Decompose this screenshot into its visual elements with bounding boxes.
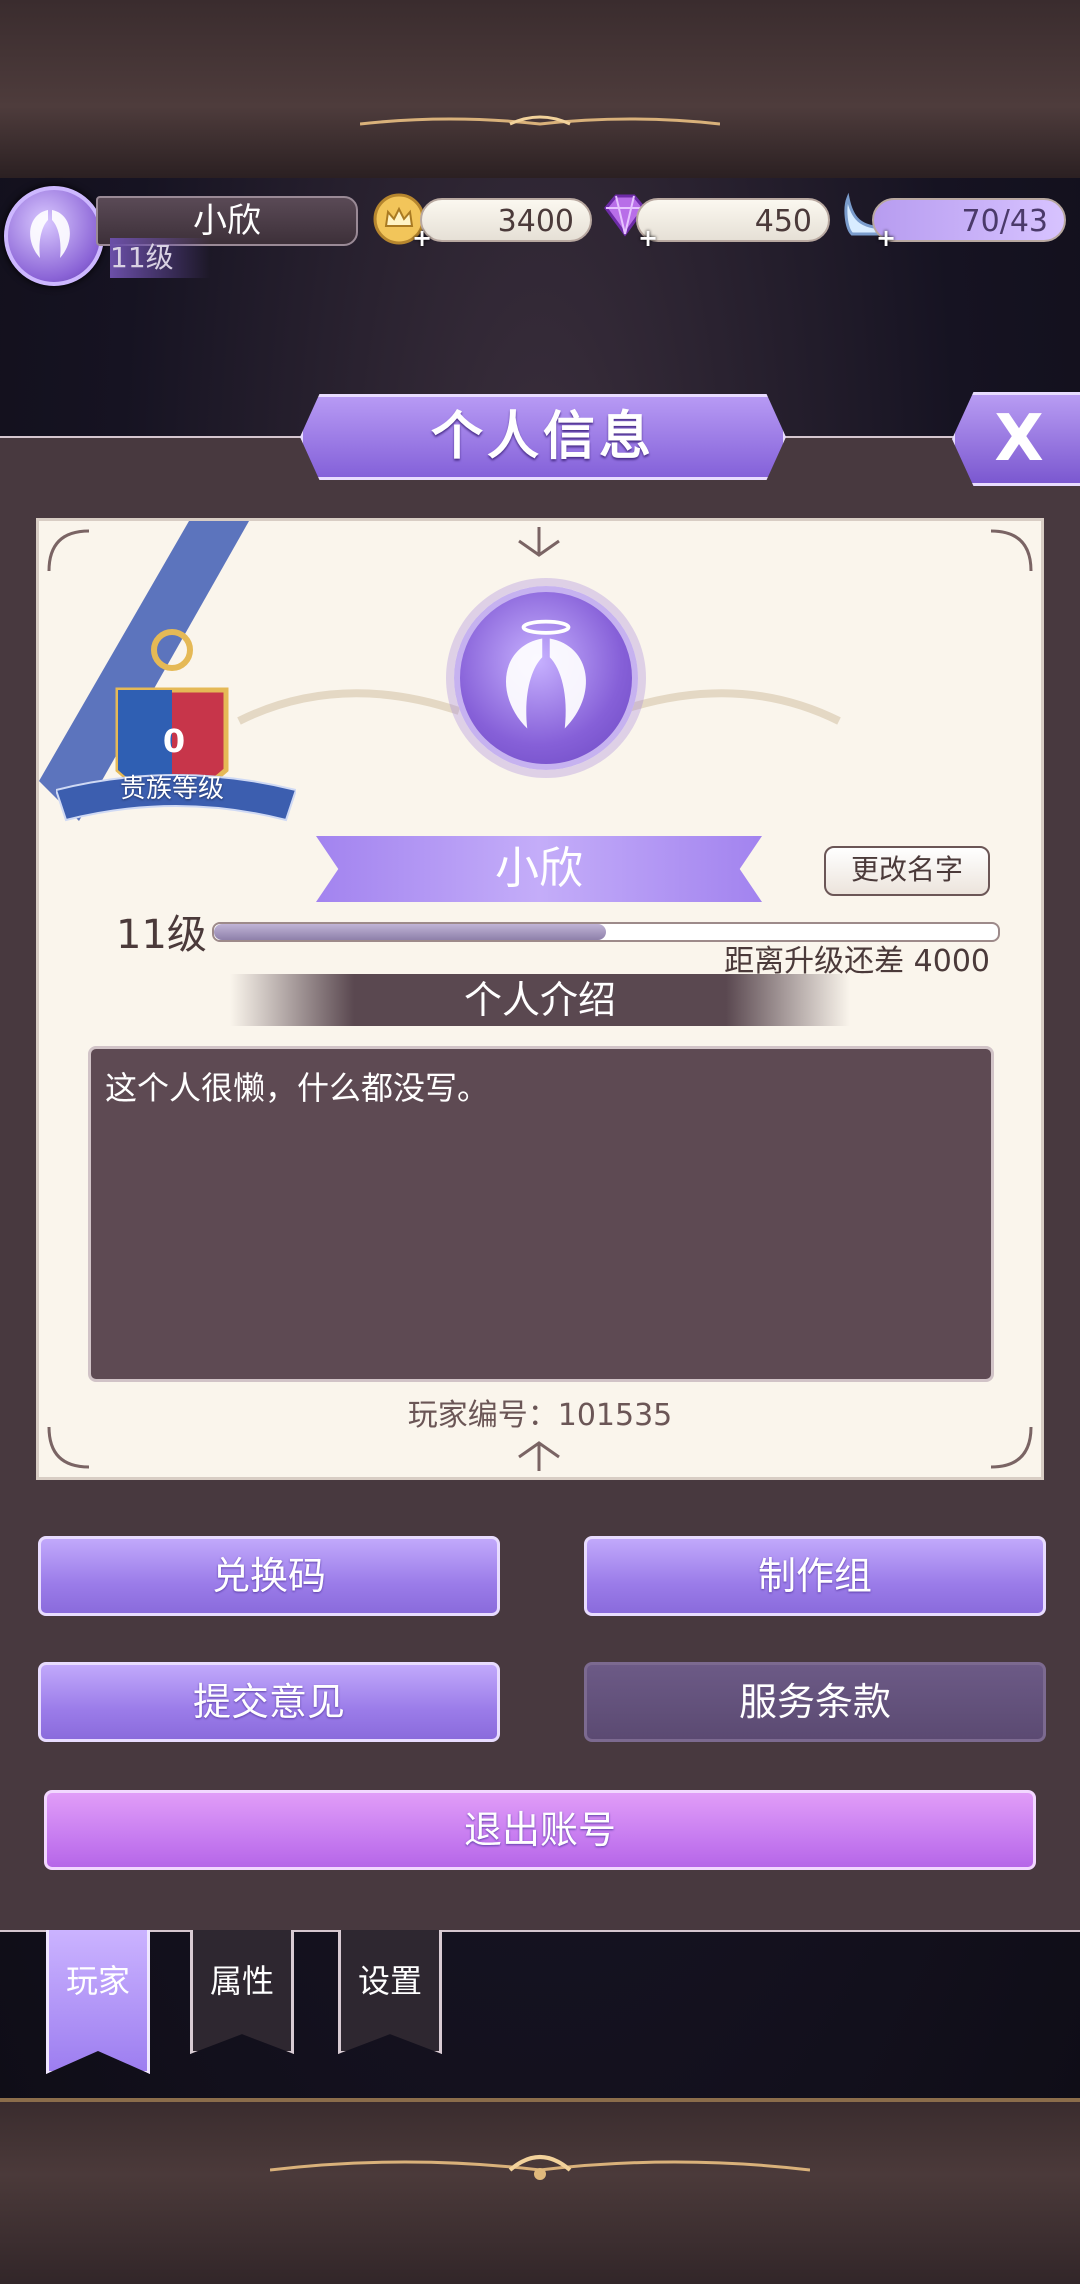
exp-progress-fill: [214, 924, 606, 940]
stamina-count: 70/43: [872, 198, 1066, 242]
player-avatar[interactable]: [4, 186, 104, 286]
ornament-icon: [360, 115, 720, 126]
ornament-icon: [270, 2155, 810, 2180]
dialog-title: 个人信息: [300, 394, 786, 480]
rename-button[interactable]: 更改名字: [824, 846, 990, 896]
add-gold-icon[interactable]: +: [412, 226, 432, 250]
bottom-decor-band: [0, 2098, 1080, 2284]
add-stamina-icon[interactable]: +: [876, 226, 896, 250]
noble-level-label: 贵族等级: [119, 774, 224, 804]
diamond-count: 450: [636, 198, 830, 242]
logout-button[interactable]: 退出账号: [44, 1790, 1036, 1870]
top-decor-band: [0, 0, 1080, 182]
player-level: 11级: [110, 238, 210, 278]
intro-section-title: 个人介绍: [230, 974, 850, 1026]
credits-button[interactable]: 制作组: [584, 1536, 1046, 1616]
terms-button[interactable]: 服务条款: [584, 1662, 1046, 1742]
add-diamond-icon[interactable]: +: [638, 226, 658, 250]
redeem-code-button[interactable]: 兑换码: [38, 1536, 500, 1616]
player-id: 玩家编号：101535: [407, 1398, 673, 1433]
noble-level-value: 0: [162, 722, 186, 760]
intro-textarea[interactable]: 这个人很懒，什么都没写。: [88, 1046, 994, 1382]
close-button[interactable]: X: [952, 392, 1080, 486]
profile-name: 小欣: [316, 836, 762, 902]
profile-emblem: [454, 586, 638, 770]
profile-level: 11级: [116, 912, 207, 958]
wings-icon: [505, 619, 587, 729]
wings-icon: [30, 210, 70, 258]
feedback-button[interactable]: 提交意见: [38, 1662, 500, 1742]
gold-count: 3400: [420, 198, 592, 242]
